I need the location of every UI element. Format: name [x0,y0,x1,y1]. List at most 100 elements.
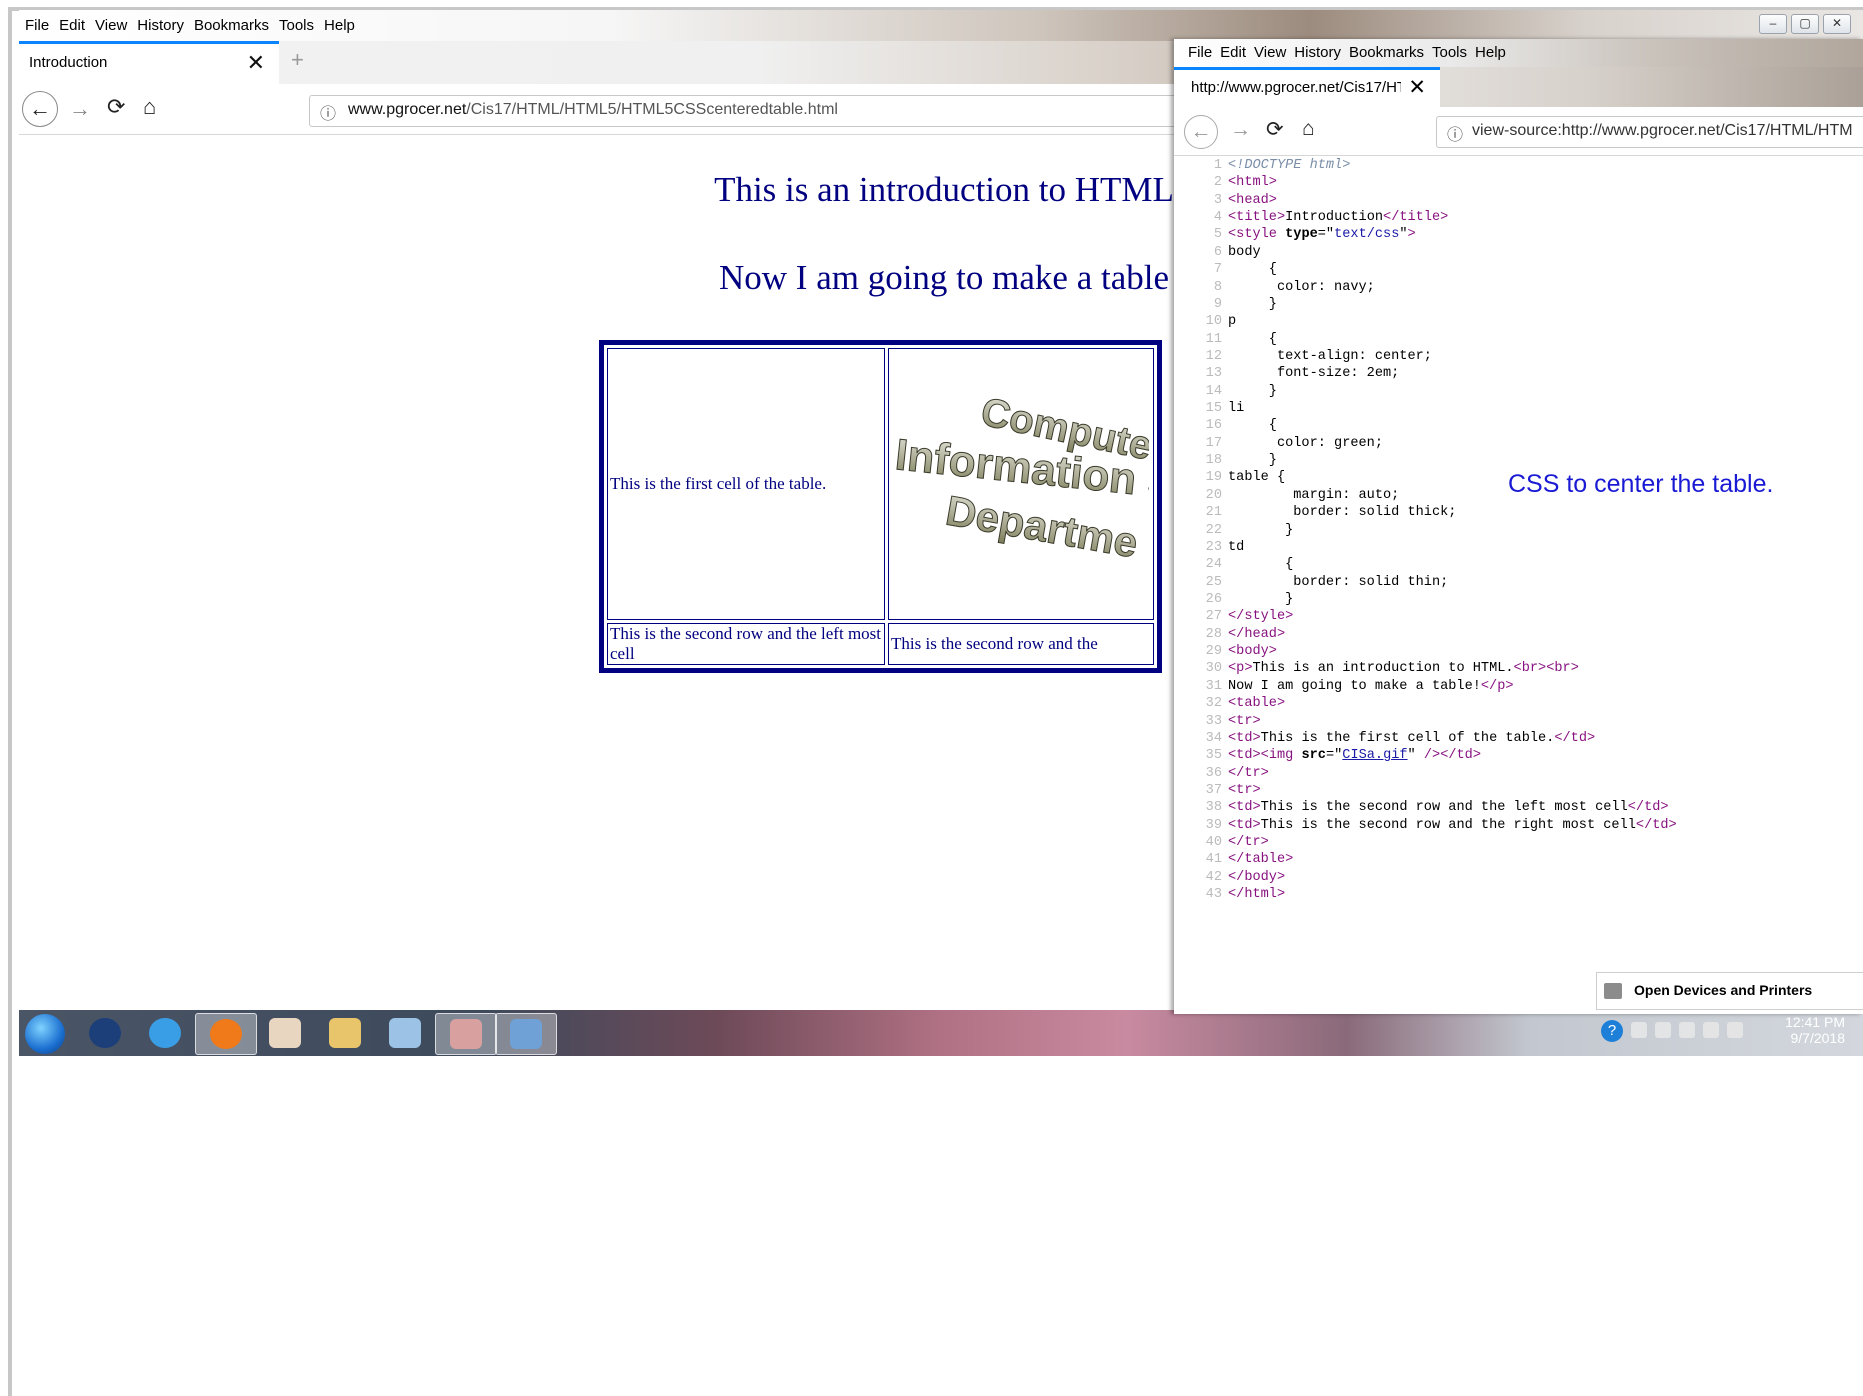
taskbar-paint[interactable] [495,1013,557,1055]
code-text: </table> [1228,852,1294,868]
maximize-button[interactable]: ▢ [1791,14,1819,34]
code-text: <td>This is the second row and the right… [1228,817,1677,833]
taskbar-explorer[interactable] [315,1013,375,1053]
table-cell-row2-left: This is the second row and the left most… [607,623,885,665]
source-code: 1 <!DOCTYPE html> 2 <html> 3 <head> 4 <title>In… [1174,157,1863,903]
code-text: <p>This is an introduction to HTML.<br><… [1228,661,1579,677]
centered-table: This is the first cell of the table. Com… [599,340,1162,673]
main-menu-edit[interactable]: Edit [59,17,85,34]
code-text: table { [1228,470,1286,486]
line-number: 22 [1205,522,1222,538]
code-line: 6 body [1174,244,1863,261]
tab-introduction[interactable]: Introduction ✕ [19,41,279,84]
reload-icon[interactable]: ⟳ [107,94,125,120]
source-menu-history[interactable]: History [1294,44,1341,61]
line-number: 29 [1205,644,1222,660]
code-line: 37 <tr> [1174,782,1863,799]
main-menu-help[interactable]: Help [324,17,355,34]
code-line: 26 } [1174,591,1863,608]
code-line: 14 } [1174,383,1863,400]
code-text: <table> [1228,696,1286,712]
source-menu-edit[interactable]: Edit [1220,44,1246,61]
code-line: 12 text-align: center; [1174,348,1863,365]
forward-button[interactable]: → [69,96,91,122]
start-button[interactable] [25,1014,65,1054]
home-icon[interactable]: ⌂ [143,94,156,120]
taskbar-firefox[interactable] [195,1013,257,1055]
address-bar[interactable]: ⓘ www.pgrocer.net/Cis17/HTML/HTML5/HTML5… [309,95,1211,127]
security-icon[interactable] [1655,1022,1671,1038]
taskbar-hp[interactable] [75,1013,135,1053]
forward-button[interactable]: → [1230,118,1251,142]
line-number: 28 [1205,626,1222,642]
code-text: } [1228,522,1294,538]
source-menu-file[interactable]: File [1188,44,1212,61]
code-text: color: green; [1228,435,1383,451]
line-number: 40 [1205,835,1222,851]
main-menu-file[interactable]: File [25,17,49,34]
annotation-text: CSS to center the table. [1508,470,1774,498]
volume-icon[interactable] [1727,1022,1743,1038]
source-menu-bookmarks[interactable]: Bookmarks [1349,44,1424,61]
help-icon[interactable]: ? [1601,1020,1623,1042]
line-number: 5 [1213,227,1222,243]
source-menu: File Edit View History Bookmarks Tools Help [1188,44,1514,61]
show-hidden-icons-icon[interactable] [1631,1022,1647,1038]
source-menu-view[interactable]: View [1254,44,1286,61]
line-number: 3 [1213,192,1222,208]
code-line: 31 Now I am going to make a table!</p> [1174,678,1863,695]
info-icon[interactable]: ⓘ [1447,121,1463,145]
code-text: } [1228,296,1277,312]
menu-bar: File Edit View History Bookmarks Tools Help – … [19,10,1863,41]
network-icon[interactable] [1703,1022,1719,1038]
close-window-button[interactable]: ✕ [1823,14,1851,34]
code-line: 29 <body> [1174,643,1863,660]
code-text: </html> [1228,887,1286,903]
code-line: 33 <tr> [1174,713,1863,730]
new-tab-icon[interactable]: + [291,47,304,73]
solitaire-icon [269,1018,301,1048]
taskbar-snipping[interactable] [435,1013,497,1055]
main-menu-view[interactable]: View [95,17,127,34]
back-button[interactable]: ← [22,91,58,127]
tab-view-source[interactable]: http://www.pgrocer.net/Cis17/HTM ✕ [1174,67,1440,107]
back-button[interactable]: ← [1184,115,1218,149]
taskbar-app[interactable] [375,1013,435,1053]
code-text: </head> [1228,626,1286,642]
minimize-button[interactable]: – [1759,14,1787,34]
close-tab-icon[interactable]: ✕ [247,50,265,76]
code-text: <title>Introduction</title> [1228,210,1449,226]
line-number: 9 [1213,296,1222,312]
source-address-bar[interactable]: ⓘ view-source:http://www.pgrocer.net/Cis… [1436,116,1863,148]
code-text: </style> [1228,609,1294,625]
source-menu-help[interactable]: Help [1475,44,1506,61]
code-text: { [1228,557,1294,573]
line-number: 25 [1205,574,1222,590]
device-icon[interactable] [1679,1022,1695,1038]
code-line: 11 { [1174,331,1863,348]
source-menu-tools[interactable]: Tools [1432,44,1467,61]
url-text: www.pgrocer.net/Cis17/HTML/HTML5/HTML5CS… [348,101,838,118]
main-menu-bookmarks[interactable]: Bookmarks [194,17,269,34]
tab-title: Introduction [29,54,108,71]
taskbar-cards[interactable] [255,1013,315,1053]
code-text: { [1228,262,1277,278]
main-menu-history[interactable]: History [137,17,184,34]
code-line: 16 { [1174,417,1863,434]
taskbar-ie[interactable] [135,1013,195,1053]
code-line: 8 color: navy; [1174,279,1863,296]
main-menu-tools[interactable]: Tools [279,17,314,34]
reload-icon[interactable]: ⟳ [1266,117,1284,142]
home-icon[interactable]: ⌂ [1302,117,1315,141]
table-cell-first: This is the first cell of the table. [607,348,885,620]
table-cell-image: Computer Information Sy Departme [888,348,1154,620]
close-tab-icon[interactable]: ✕ [1408,75,1426,100]
code-line: 2 <html> [1174,174,1863,191]
line-number: 35 [1205,748,1222,764]
clock[interactable]: 12:41 PM 9/7/2018 [1785,1014,1845,1046]
info-icon[interactable]: ⓘ [320,100,336,124]
devices-tooltip[interactable]: Open Devices and Printers [1596,972,1863,1010]
code-text: text-align: center; [1228,348,1432,364]
window-controls: – ▢ ✕ [1759,14,1851,34]
code-line: 25 border: solid thin; [1174,574,1863,591]
